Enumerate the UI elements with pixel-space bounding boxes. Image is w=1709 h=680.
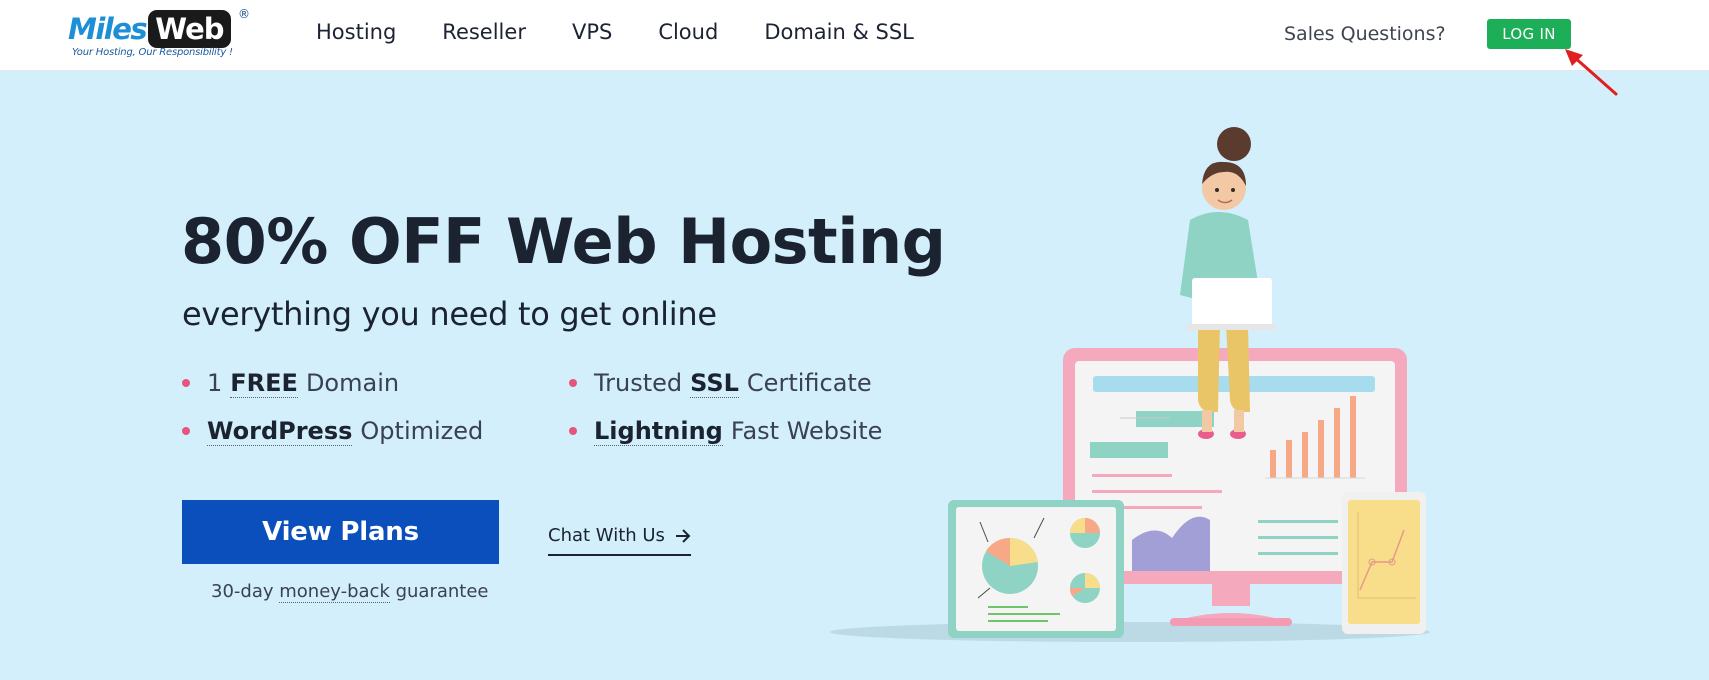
feature-highlight[interactable]: FREE <box>230 369 298 398</box>
nav-item-domain-ssl[interactable]: Domain & SSL <box>764 17 914 47</box>
milesweb-logo[interactable]: Miles Web ® Your Hosting, Our Responsibi… <box>68 7 253 63</box>
nav-item-vps[interactable]: VPS <box>572 17 612 47</box>
guarantee-prefix: 30-day <box>211 581 280 602</box>
site-header: Miles Web ® Your Hosting, Our Responsibi… <box>0 0 1709 71</box>
feature-wordpress: WordPress Optimized <box>182 414 569 448</box>
phone-chart-illustration <box>1342 492 1426 634</box>
bullet-dot <box>569 427 577 435</box>
logo-tagline: Your Hosting, Our Responsibility ! <box>72 47 233 58</box>
logo-web-text: Web <box>148 10 231 48</box>
bullet-dot <box>182 379 190 387</box>
nav-item-hosting[interactable]: Hosting <box>316 17 396 47</box>
feature-highlight[interactable]: Lightning <box>594 417 723 446</box>
sales-questions-link[interactable]: Sales Questions? <box>1284 19 1446 49</box>
chat-with-us-link[interactable]: Chat With Us <box>548 521 691 556</box>
nav-item-cloud[interactable]: Cloud <box>658 17 718 47</box>
tablet-chart-illustration <box>948 500 1124 638</box>
hero-illustration <box>830 127 1430 642</box>
feature-highlight[interactable]: WordPress <box>207 417 353 446</box>
logo-wordmark: Miles Web <box>68 9 231 49</box>
login-button[interactable]: LOG IN <box>1487 19 1571 49</box>
feature-list: 1 FREE Domain Trusted SSL Certificate Wo… <box>182 366 902 448</box>
registered-mark: ® <box>238 7 250 21</box>
money-back-link[interactable]: money-back <box>279 581 390 603</box>
nav-item-reseller[interactable]: Reseller <box>442 17 526 47</box>
view-plans-button[interactable]: View Plans <box>182 500 499 564</box>
money-back-guarantee: 30-day money-back guarantee <box>211 579 489 605</box>
feature-highlight[interactable]: SSL <box>690 369 739 398</box>
bullet-dot <box>569 379 577 387</box>
feature-text: Domain <box>305 369 400 397</box>
hero-subtitle: everything you need to get online <box>182 295 717 333</box>
feature-text: Optimized <box>360 417 484 445</box>
guarantee-suffix: guarantee <box>389 581 489 602</box>
logo-miles-text: Miles <box>68 12 148 46</box>
main-nav: Hosting Reseller VPS Cloud Domain & SSL <box>316 17 960 47</box>
bullet-dot <box>182 427 190 435</box>
chat-label: Chat With Us <box>548 525 665 546</box>
feature-lead: 1 <box>207 369 223 397</box>
feature-free-domain: 1 FREE Domain <box>182 366 569 400</box>
arrow-right-icon <box>675 528 691 543</box>
red-arrow-icon <box>1565 49 1618 96</box>
feature-lead: Trusted <box>594 369 683 397</box>
